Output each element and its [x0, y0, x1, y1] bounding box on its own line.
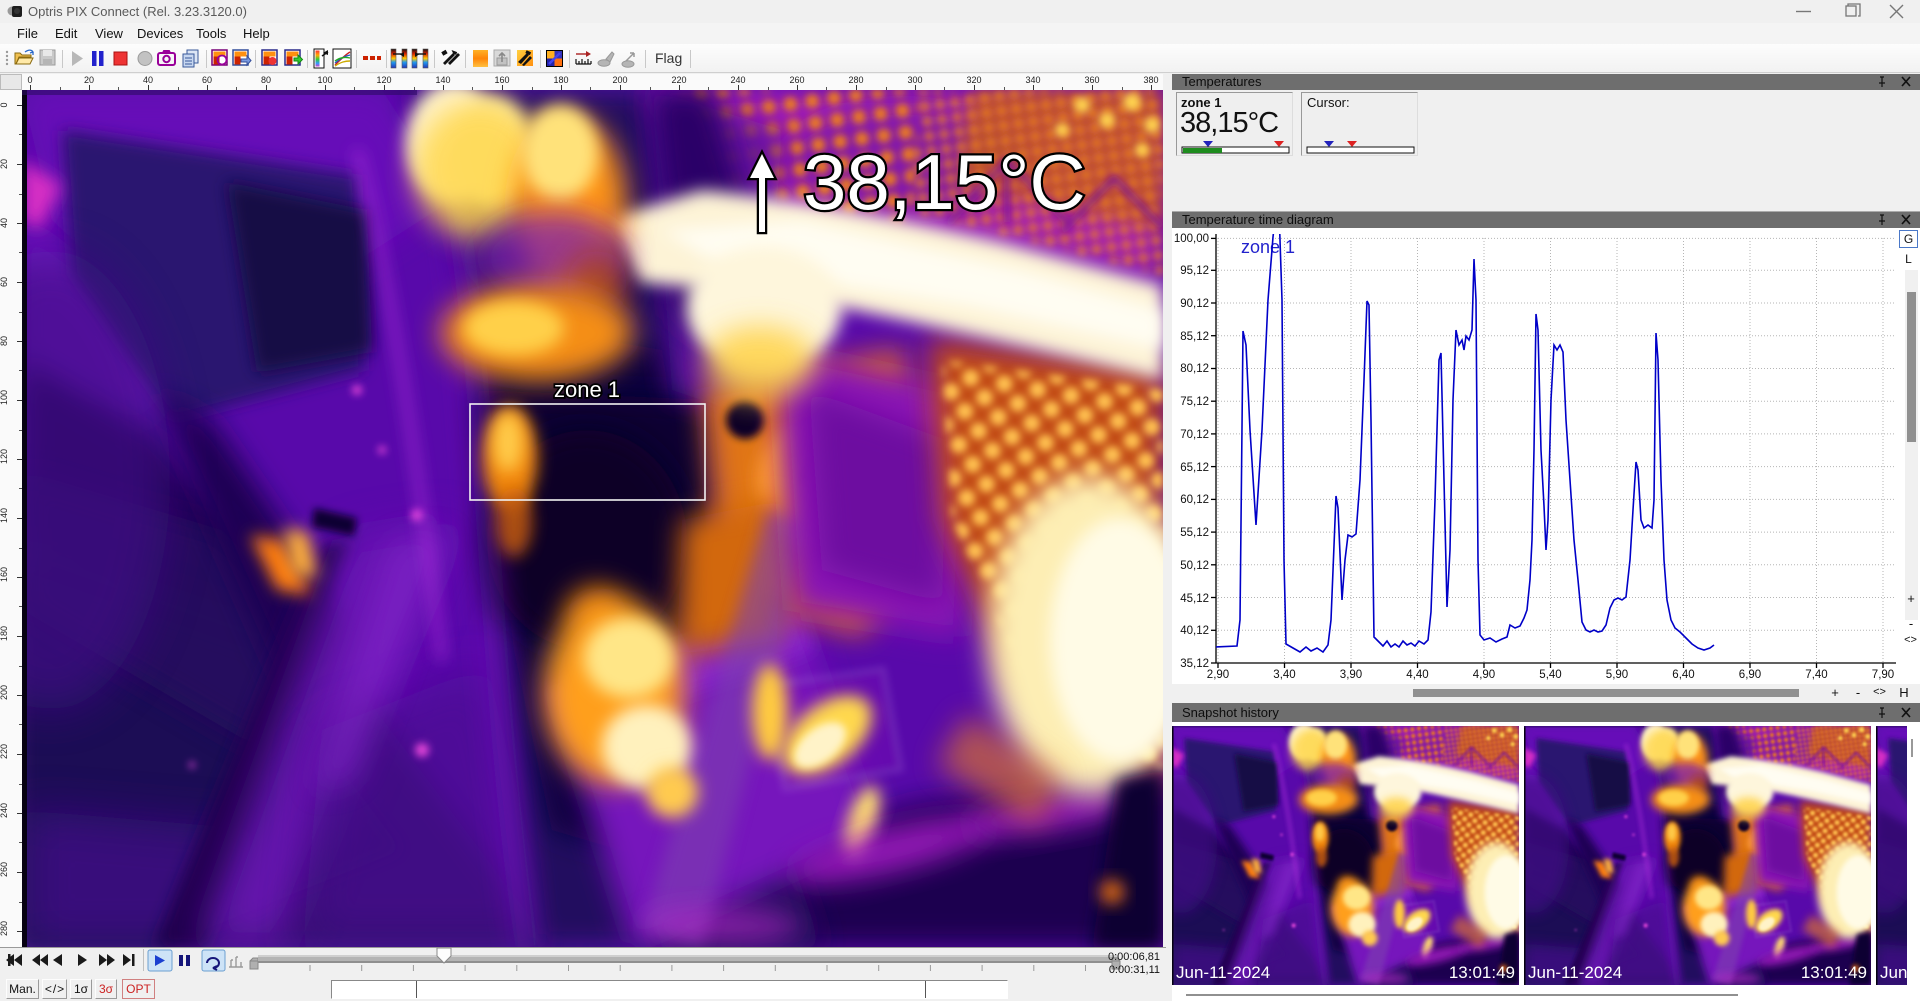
svg-text:zone 1: zone 1: [1241, 237, 1295, 257]
svg-text:55,12: 55,12: [1180, 527, 1209, 539]
svg-text:80,12: 80,12: [1180, 363, 1209, 375]
svg-text:65,12: 65,12: [1180, 462, 1209, 474]
svg-text:50,12: 50,12: [1180, 560, 1209, 572]
svg-text:6,40: 6,40: [1672, 669, 1694, 681]
svg-text:75,12: 75,12: [1180, 396, 1209, 408]
svg-text:95,12: 95,12: [1180, 265, 1209, 277]
svg-text:60,12: 60,12: [1180, 494, 1209, 506]
svg-text:100,00: 100,00: [1174, 233, 1209, 245]
svg-text:5,90: 5,90: [1606, 669, 1628, 681]
svg-text:6,90: 6,90: [1739, 669, 1761, 681]
svg-text:4,40: 4,40: [1406, 669, 1428, 681]
svg-text:40,12: 40,12: [1180, 625, 1209, 637]
svg-text:85,12: 85,12: [1180, 331, 1209, 343]
svg-text:5,40: 5,40: [1539, 669, 1561, 681]
svg-text:7,90: 7,90: [1872, 669, 1894, 681]
svg-text:90,12: 90,12: [1180, 298, 1209, 310]
svg-text:0:00:06,81: 0:00:06,81: [1108, 951, 1160, 963]
svg-text:45,12: 45,12: [1180, 593, 1209, 605]
svg-text:0:00:31,11: 0:00:31,11: [1109, 964, 1160, 976]
svg-text:3,90: 3,90: [1340, 669, 1362, 681]
svg-text:7,40: 7,40: [1805, 669, 1827, 681]
svg-text:4,90: 4,90: [1473, 669, 1495, 681]
svg-text:2,90: 2,90: [1207, 669, 1229, 681]
svg-text:3,40: 3,40: [1273, 669, 1295, 681]
svg-text:35,12: 35,12: [1180, 658, 1209, 670]
svg-text:70,12: 70,12: [1180, 429, 1209, 441]
